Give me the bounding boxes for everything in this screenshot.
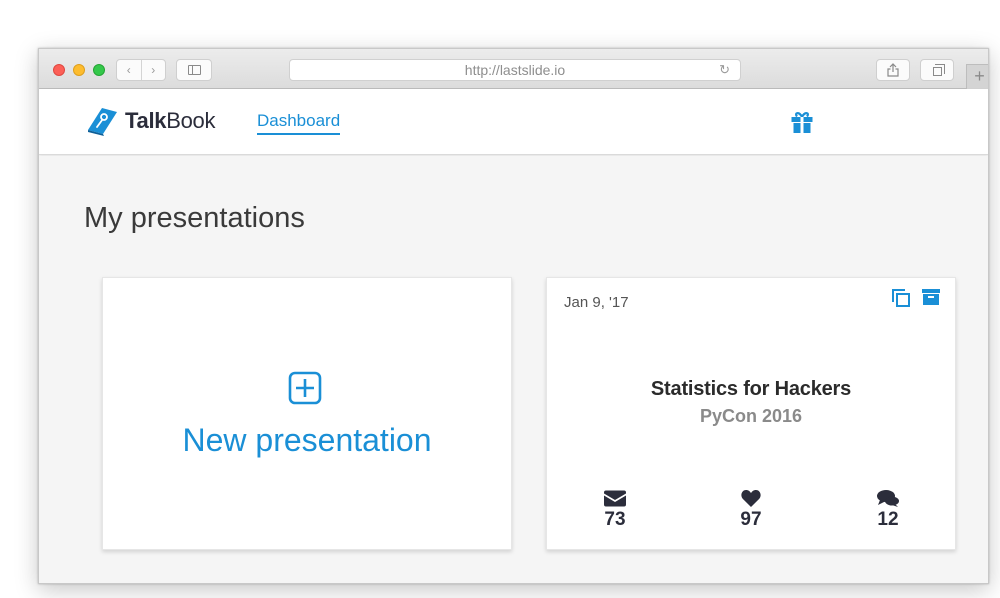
share-button[interactable] — [876, 59, 910, 81]
presentation-subtitle: PyCon 2016 — [699, 406, 803, 426]
url-text: http://lastslide.io — [464, 62, 566, 78]
share-icon — [887, 63, 899, 77]
logo-icon — [88, 108, 117, 136]
new-tab-button[interactable]: + — [966, 64, 988, 89]
address-bar[interactable]: http://lastslide.io ↻ — [289, 59, 741, 81]
page-title: My presentations — [84, 202, 305, 234]
logo-text-light: Book — [166, 108, 216, 133]
app-header: Talk Book Dashboard — [39, 89, 988, 155]
presentation-title: Statistics for Hackers — [650, 378, 852, 400]
new-tab-icon: + — [974, 66, 985, 86]
envelope-icon — [604, 490, 626, 507]
copy-icon[interactable] — [891, 288, 911, 308]
sidebar-toggle-button[interactable] — [176, 59, 212, 81]
plus-square-icon — [288, 371, 322, 405]
new-presentation-label: New presentation — [182, 422, 432, 458]
close-window-button[interactable] — [53, 64, 65, 76]
presentation-date: Jan 9, '17 — [564, 294, 629, 311]
heart-icon — [741, 490, 761, 507]
gift-icon[interactable] — [790, 110, 814, 134]
stat-comments-count: 12 — [877, 509, 899, 530]
minimize-window-button[interactable] — [73, 64, 85, 76]
show-tabs-button[interactable] — [920, 59, 954, 81]
history-navigation: ‹ › — [116, 59, 166, 81]
back-icon[interactable]: ‹ — [117, 60, 141, 80]
browser-toolbar: ‹ › http://lastslide.io ↻ + — [39, 49, 988, 89]
archive-icon[interactable] — [922, 289, 940, 305]
stat-likes-count: 97 — [740, 509, 762, 530]
logo-text-bold: Talk — [125, 108, 167, 133]
stat-mail-count: 73 — [604, 509, 626, 530]
stat-likes: 97 — [721, 490, 781, 531]
reload-icon[interactable]: ↻ — [719, 60, 730, 80]
dashboard-content: My presentations New presentation Jan 9,… — [39, 156, 988, 583]
zoom-window-button[interactable] — [93, 64, 105, 76]
nav-dashboard-link[interactable]: Dashboard — [257, 111, 341, 135]
browser-window: ‹ › http://lastslide.io ↻ + Talk Book Da… — [38, 48, 989, 584]
talkbook-logo[interactable]: Talk Book — [85, 104, 215, 138]
sidebar-icon — [187, 65, 201, 75]
new-presentation-card[interactable]: New presentation — [102, 277, 512, 550]
presentation-card[interactable]: Jan 9, '17 Statistics for Hackers PyCon … — [546, 277, 956, 550]
forward-icon[interactable]: › — [140, 60, 166, 80]
stat-comments: 12 — [858, 490, 918, 531]
tabs-icon — [932, 63, 945, 76]
comments-icon — [877, 490, 899, 507]
stat-mail: 73 — [585, 490, 645, 531]
